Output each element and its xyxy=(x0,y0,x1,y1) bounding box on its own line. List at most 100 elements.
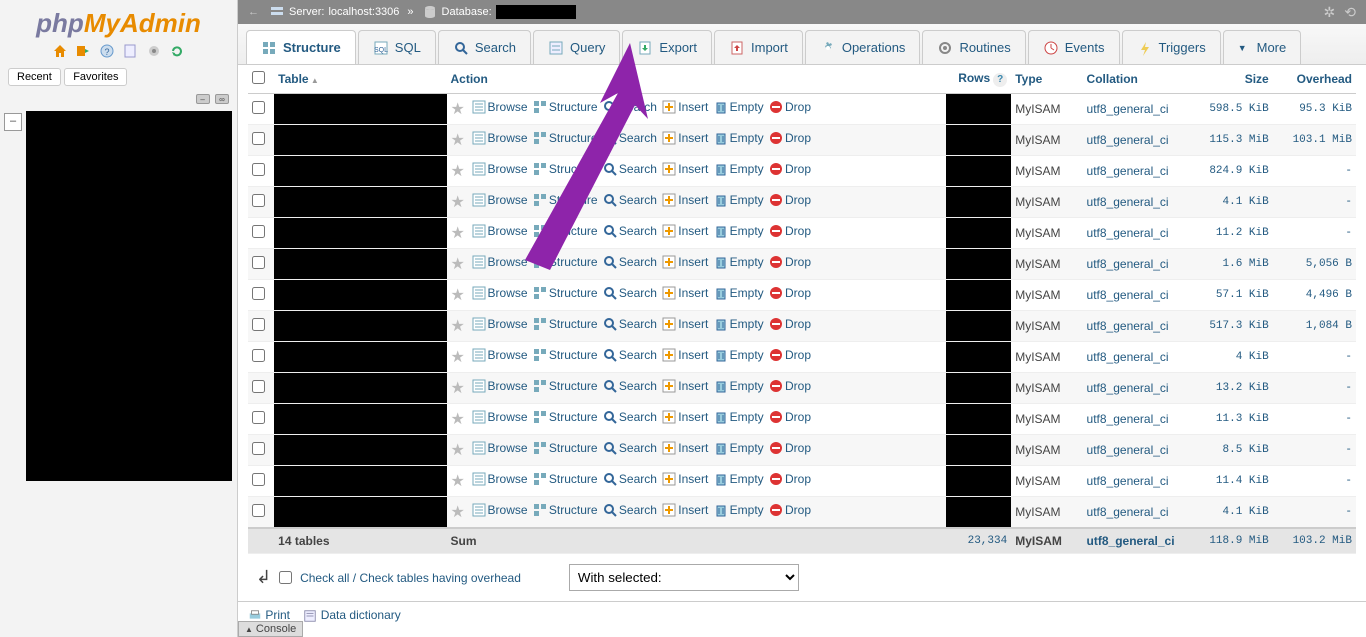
logout-icon[interactable] xyxy=(75,43,91,59)
action-empty[interactable]: Empty xyxy=(714,348,764,362)
action-insert[interactable]: Insert xyxy=(662,255,708,269)
action-search[interactable]: Search xyxy=(603,131,657,145)
table-name-redacted[interactable] xyxy=(274,280,446,311)
action-drop[interactable]: Drop xyxy=(769,224,811,238)
action-drop[interactable]: Drop xyxy=(769,255,811,269)
action-insert[interactable]: Insert xyxy=(662,317,708,331)
action-empty[interactable]: Empty xyxy=(714,317,764,331)
action-drop[interactable]: Drop xyxy=(769,441,811,455)
action-empty[interactable]: Empty xyxy=(714,286,764,300)
favorite-star-icon[interactable]: ★ xyxy=(451,194,465,211)
action-browse[interactable]: Browse xyxy=(472,472,528,486)
breadcrumb-server[interactable]: localhost:3306 xyxy=(328,6,399,18)
docs-icon[interactable]: ? xyxy=(99,43,115,59)
action-drop[interactable]: Drop xyxy=(769,472,811,486)
action-search[interactable]: Search xyxy=(603,255,657,269)
reload-icon[interactable] xyxy=(169,43,185,59)
data-dictionary-link[interactable]: Data dictionary xyxy=(303,608,400,622)
settings-icon[interactable] xyxy=(146,43,162,59)
favorite-star-icon[interactable]: ★ xyxy=(451,411,465,428)
tab-structure[interactable]: Structure xyxy=(246,30,356,64)
action-structure[interactable]: Structure xyxy=(533,131,598,145)
table-name-redacted[interactable] xyxy=(274,497,446,529)
favorite-star-icon[interactable]: ★ xyxy=(451,349,465,366)
action-drop[interactable]: Drop xyxy=(769,193,811,207)
tree-collapse-icon[interactable]: – xyxy=(4,113,22,131)
collapse-all-icon[interactable]: – xyxy=(196,94,210,104)
row-checkbox[interactable] xyxy=(252,225,265,238)
tab-events[interactable]: Events xyxy=(1028,30,1120,64)
db-tree-redacted[interactable] xyxy=(26,111,232,481)
favorite-star-icon[interactable]: ★ xyxy=(451,256,465,273)
action-browse[interactable]: Browse xyxy=(472,131,528,145)
action-search[interactable]: Search xyxy=(603,441,657,455)
action-insert[interactable]: Insert xyxy=(662,410,708,424)
action-empty[interactable]: Empty xyxy=(714,100,764,114)
action-structure[interactable]: Structure xyxy=(533,317,598,331)
action-empty[interactable]: Empty xyxy=(714,379,764,393)
col-type[interactable]: Type xyxy=(1011,65,1082,94)
action-search[interactable]: Search xyxy=(603,224,657,238)
action-browse[interactable]: Browse xyxy=(472,255,528,269)
row-checkbox[interactable] xyxy=(252,442,265,455)
checkall-link[interactable]: Check all / Check tables having overhead xyxy=(300,571,521,585)
phpmyadmin-logo[interactable]: phpMyAdmin xyxy=(0,0,237,41)
action-structure[interactable]: Structure xyxy=(533,379,598,393)
row-checkbox[interactable] xyxy=(252,194,265,207)
action-search[interactable]: Search xyxy=(603,100,657,114)
table-name-redacted[interactable] xyxy=(274,218,446,249)
table-name-redacted[interactable] xyxy=(274,94,446,125)
action-insert[interactable]: Insert xyxy=(662,348,708,362)
action-drop[interactable]: Drop xyxy=(769,317,811,331)
action-insert[interactable]: Insert xyxy=(662,131,708,145)
action-browse[interactable]: Browse xyxy=(472,503,528,517)
tab-export[interactable]: Export xyxy=(622,30,712,64)
table-name-redacted[interactable] xyxy=(274,187,446,218)
action-search[interactable]: Search xyxy=(603,286,657,300)
col-table[interactable]: Table xyxy=(274,65,446,94)
action-empty[interactable]: Empty xyxy=(714,162,764,176)
favorite-star-icon[interactable]: ★ xyxy=(451,442,465,459)
action-drop[interactable]: Drop xyxy=(769,286,811,300)
action-structure[interactable]: Structure xyxy=(533,441,598,455)
favorite-star-icon[interactable]: ★ xyxy=(451,380,465,397)
action-drop[interactable]: Drop xyxy=(769,348,811,362)
tab-triggers[interactable]: Triggers xyxy=(1122,30,1221,64)
action-drop[interactable]: Drop xyxy=(769,162,811,176)
row-checkbox[interactable] xyxy=(252,380,265,393)
col-collation[interactable]: Collation xyxy=(1083,65,1202,94)
refresh-page-icon[interactable]: ⟲ xyxy=(1344,4,1356,20)
action-browse[interactable]: Browse xyxy=(472,348,528,362)
action-insert[interactable]: Insert xyxy=(662,503,708,517)
checkall-checkbox[interactable] xyxy=(279,571,292,584)
sql-docs-icon[interactable] xyxy=(122,43,138,59)
action-structure[interactable]: Structure xyxy=(533,255,598,269)
action-structure[interactable]: Structure xyxy=(533,410,598,424)
favorite-star-icon[interactable]: ★ xyxy=(451,287,465,304)
rows-help-icon[interactable]: ? xyxy=(993,73,1007,87)
col-size[interactable]: Size xyxy=(1201,65,1272,94)
action-browse[interactable]: Browse xyxy=(472,100,528,114)
action-structure[interactable]: Structure xyxy=(533,348,598,362)
row-checkbox[interactable] xyxy=(252,163,265,176)
action-empty[interactable]: Empty xyxy=(714,193,764,207)
action-insert[interactable]: Insert xyxy=(662,286,708,300)
action-structure[interactable]: Structure xyxy=(533,503,598,517)
action-drop[interactable]: Drop xyxy=(769,379,811,393)
row-checkbox[interactable] xyxy=(252,132,265,145)
action-browse[interactable]: Browse xyxy=(472,441,528,455)
link-icon[interactable]: ∞ xyxy=(215,94,229,104)
row-checkbox[interactable] xyxy=(252,318,265,331)
action-structure[interactable]: Structure xyxy=(533,193,598,207)
with-selected-dropdown[interactable]: With selected: xyxy=(569,564,799,591)
action-empty[interactable]: Empty xyxy=(714,503,764,517)
table-name-redacted[interactable] xyxy=(274,342,446,373)
table-name-redacted[interactable] xyxy=(274,466,446,497)
action-structure[interactable]: Structure xyxy=(533,224,598,238)
action-structure[interactable]: Structure xyxy=(533,472,598,486)
row-checkbox[interactable] xyxy=(252,256,265,269)
action-browse[interactable]: Browse xyxy=(472,317,528,331)
gear-icon[interactable]: ✲ xyxy=(1323,4,1335,20)
favorite-star-icon[interactable]: ★ xyxy=(451,163,465,180)
favorite-star-icon[interactable]: ★ xyxy=(451,132,465,149)
